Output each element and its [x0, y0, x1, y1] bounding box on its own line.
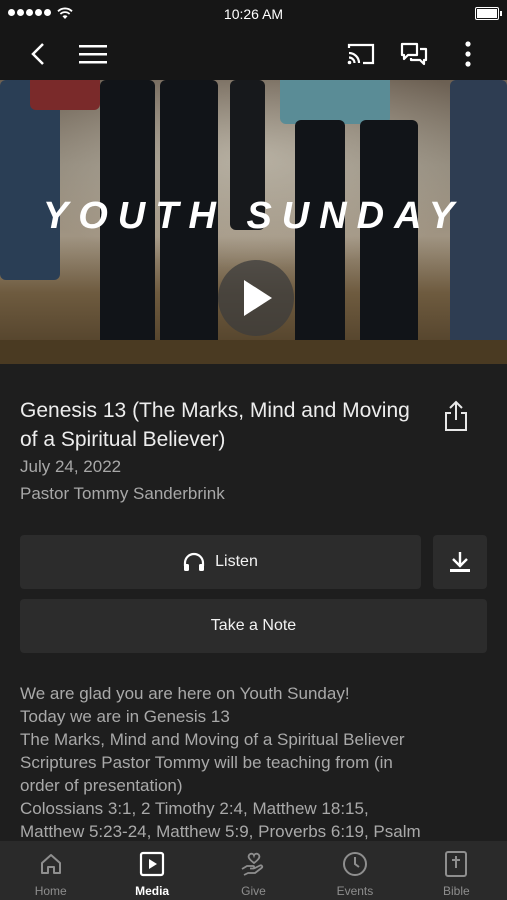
tab-give-label: Give [241, 884, 266, 898]
tab-home-label: Home [34, 884, 67, 898]
description-line: Today we are in Genesis 13 [20, 707, 230, 726]
listen-label: Listen [215, 553, 258, 570]
nav-bar [0, 28, 507, 80]
description-line: The Marks, Mind and Moving of a Spiritua… [20, 730, 405, 749]
sermon-speaker: Pastor Tommy Sanderbrink [20, 484, 225, 503]
tab-events-label: Events [336, 884, 374, 898]
download-button[interactable] [433, 535, 487, 589]
take-note-button[interactable]: Take a Note [20, 599, 487, 653]
play-button[interactable] [218, 260, 294, 336]
sermon-date: July 24, 2022 [20, 457, 122, 476]
status-time: 10:26 AM [223, 6, 284, 22]
tab-bible-label: Bible [442, 884, 470, 898]
listen-button[interactable]: Listen [20, 535, 421, 589]
sermon-title: Genesis 13 (The Marks, Mind and Moving o… [20, 399, 410, 451]
home-icon [37, 850, 65, 878]
video-thumbnail[interactable]: YOUTH SUNDAY [0, 80, 507, 364]
tab-bar: Home Media Give Events Bible [0, 841, 507, 900]
description-line: Scriptures Pastor Tommy will be teaching… [20, 753, 393, 772]
cast-icon[interactable] [345, 38, 377, 70]
tab-give[interactable]: Give [203, 841, 304, 900]
give-icon [240, 850, 268, 878]
battery-icon [475, 7, 502, 20]
bible-icon [442, 850, 470, 878]
tab-home[interactable]: Home [0, 841, 101, 900]
download-icon [450, 552, 470, 572]
play-icon [244, 280, 272, 316]
chat-icon[interactable] [398, 38, 430, 70]
more-icon[interactable] [452, 38, 484, 70]
sermon-description: We are glad you are here on Youth Sunday… [20, 682, 490, 843]
menu-icon[interactable] [77, 38, 109, 70]
tab-events[interactable]: Events [304, 841, 405, 900]
tab-media-label: Media [135, 884, 170, 898]
description-line: Colossians 3:1, 2 Timothy 2:4, Matthew 1… [20, 799, 369, 818]
take-note-label: Take a Note [210, 617, 297, 634]
video-title-overlay: YOUTH SUNDAY [42, 195, 465, 237]
share-icon[interactable] [443, 400, 469, 437]
back-icon[interactable] [22, 38, 54, 70]
description-line: Matthew 5:23-24, Matthew 5:9, Proverbs 6… [20, 822, 421, 841]
description-line: We are glad you are here on Youth Sunday… [20, 684, 350, 703]
events-icon [341, 850, 369, 878]
tab-bible[interactable]: Bible [406, 841, 507, 900]
description-line: order of presentation) [20, 776, 183, 795]
status-bar: 10:26 AM [0, 0, 507, 28]
headphones-icon [184, 552, 205, 571]
tab-media[interactable]: Media [101, 841, 202, 900]
media-icon [138, 850, 166, 878]
